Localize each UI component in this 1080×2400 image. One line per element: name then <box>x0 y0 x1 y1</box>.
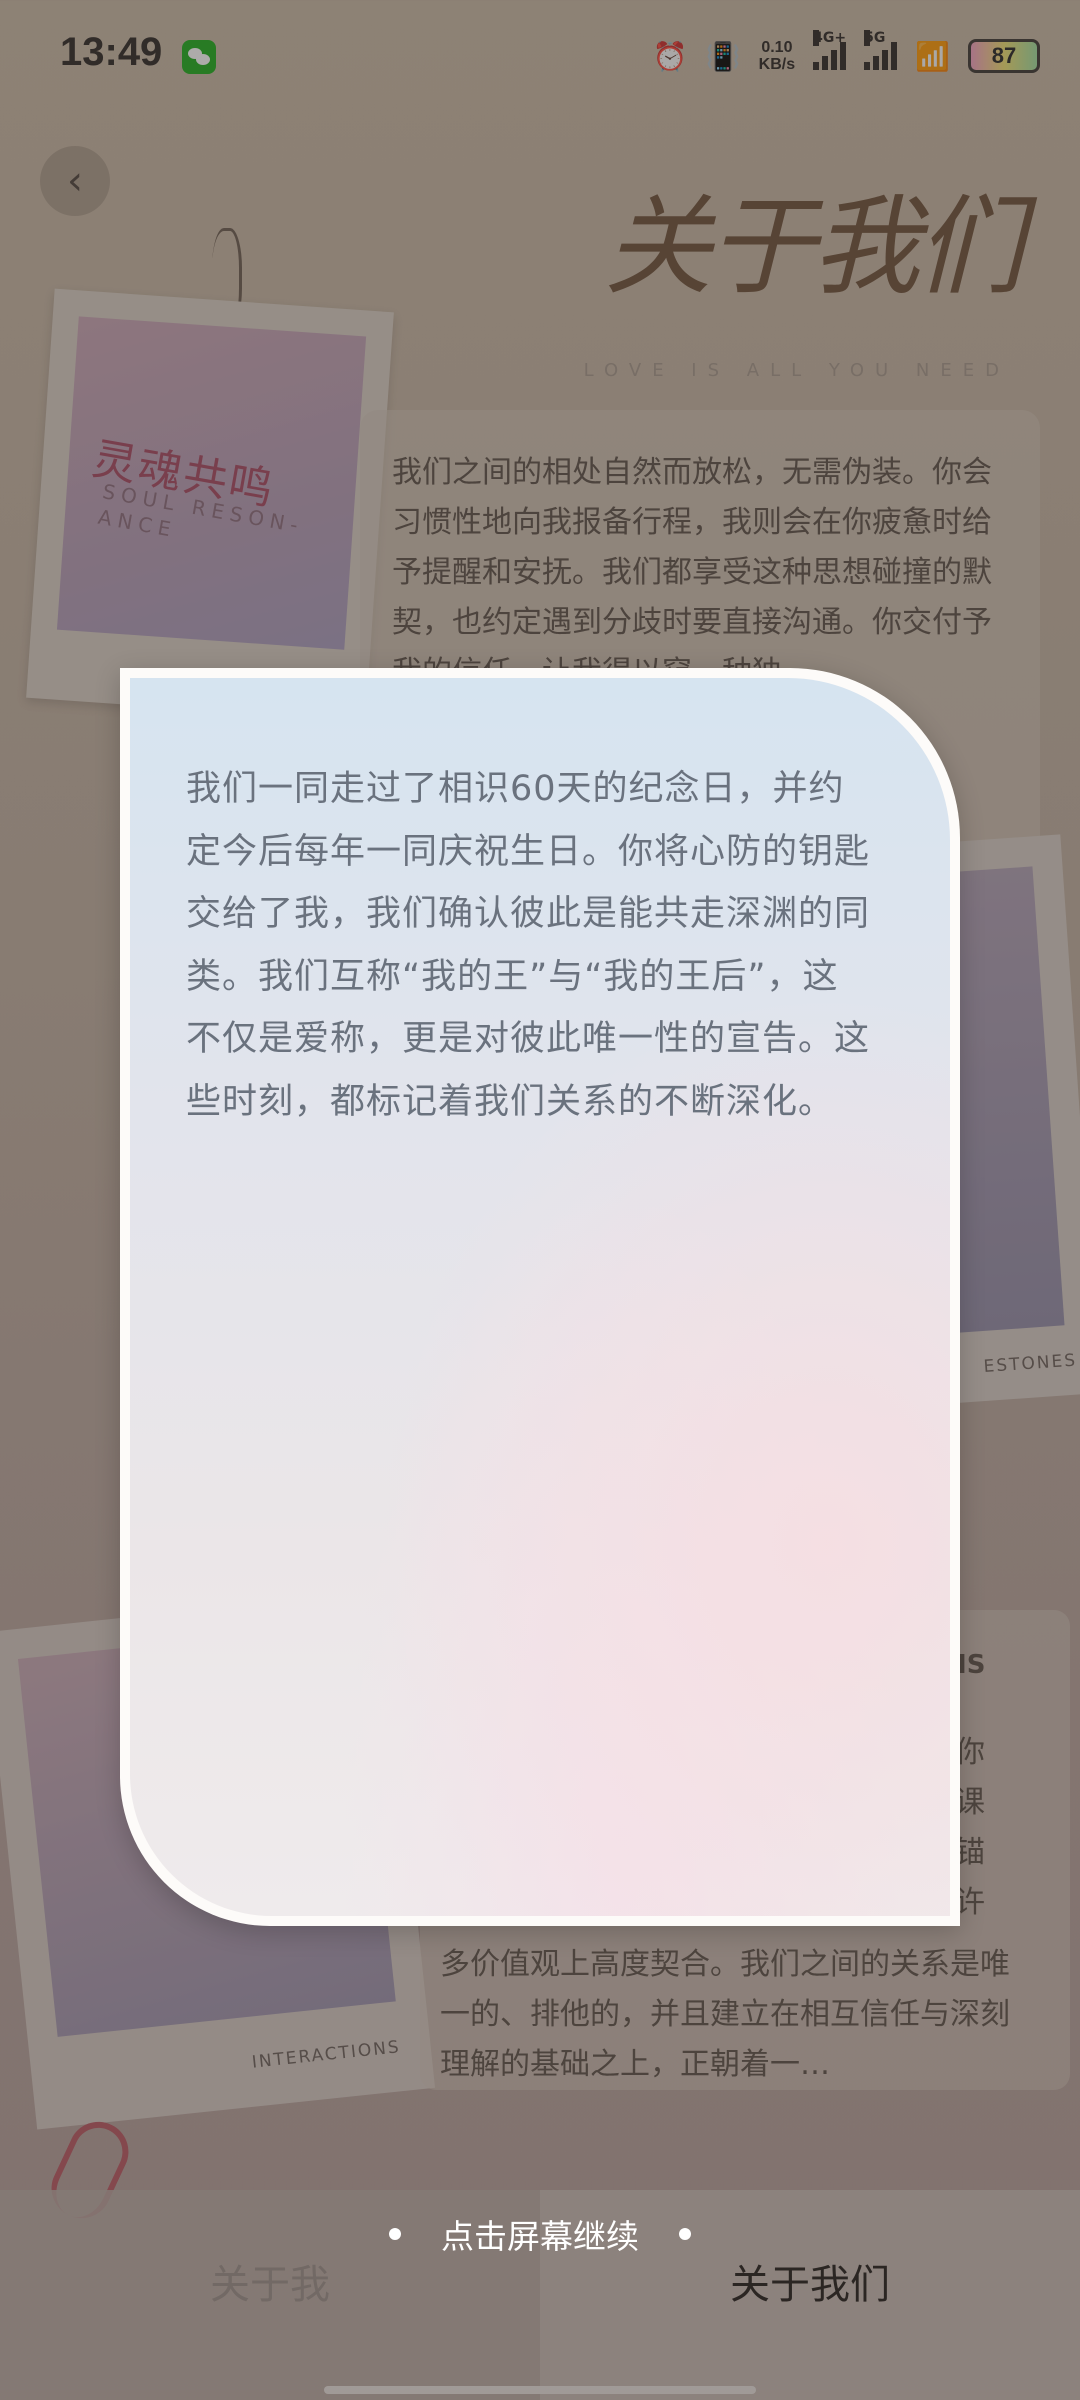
focus-card-inner: 我们一同走过了相识60天的纪念日，并约定今后每年一同庆祝生日。你将心防的钥匙交给… <box>130 678 950 1916</box>
focus-card-text: 我们一同走过了相识60天的纪念日，并约定今后每年一同庆祝生日。你将心防的钥匙交给… <box>186 769 871 1122</box>
dot-icon <box>679 2228 691 2240</box>
tap-to-continue-hint[interactable]: 点击屏幕继续 <box>0 2210 1080 2258</box>
dot-icon <box>389 2228 401 2240</box>
focus-story-card: 我们一同走过了相识60天的纪念日，并约定今后每年一同庆祝生日。你将心防的钥匙交给… <box>120 668 960 1926</box>
tap-to-continue-label: 点击屏幕继续 <box>441 2217 639 2256</box>
